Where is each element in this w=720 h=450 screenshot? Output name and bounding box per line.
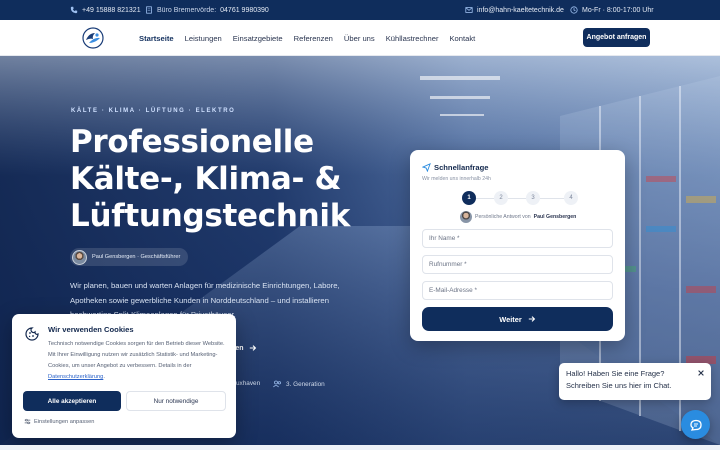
privacy-policy-link[interactable]: Datenschutzerklärung [48, 374, 103, 380]
trust-location: uxhaven [236, 380, 260, 387]
cookie-settings-link[interactable]: Einstellungen anpassen [24, 418, 94, 425]
arrow-right-icon [249, 345, 256, 351]
office-contact[interactable]: Büro Bremervörde: 04761 9980390 [145, 0, 269, 20]
nav-item-einsatzgebiete[interactable]: Einsatzgebiete [233, 34, 283, 43]
personal-reply-note: Persönliche Antwort von Paul Gensbergen [460, 211, 576, 223]
necessary-only-button[interactable]: Nur notwendige [126, 391, 226, 411]
nav-menu: Startseite Leistungen Einsatzgebiete Ref… [139, 20, 486, 56]
cookie-icon [25, 327, 39, 341]
company-logo[interactable] [82, 27, 104, 49]
nav-item-kuehllastrechner[interactable]: Kühllastrechner [386, 34, 439, 43]
sliders-icon [24, 418, 31, 425]
chat-icon [689, 419, 702, 431]
opening-hours: Mo-Fr · 8:00-17:00 Uhr [570, 0, 654, 20]
nav-item-referenzen[interactable]: Referenzen [294, 34, 333, 43]
clock-icon [570, 6, 578, 14]
accept-all-button[interactable]: Alle akzeptieren [23, 391, 121, 411]
form-steps: 1 2 3 4 [462, 191, 578, 205]
phone-field[interactable]: Rufnummer * [422, 255, 613, 274]
building-icon [146, 6, 152, 14]
nav-item-leistungen[interactable]: Leistungen [185, 34, 222, 43]
email-field[interactable]: E-Mail-Adresse * [422, 281, 613, 300]
step-1: 1 [462, 191, 476, 205]
office-label: Büro Bremervörde: [157, 6, 217, 14]
quick-request-form: Schnellanfrage Wir melden uns innerhalb … [410, 150, 625, 341]
main-navigation: Startseite Leistungen Einsatzgebiete Ref… [0, 20, 720, 56]
chat-line-2: Schreiben Sie uns hier im Chat. [566, 381, 672, 390]
nav-item-startseite[interactable]: Startseite [139, 34, 174, 43]
personal-reply-name: Paul Gensbergen [533, 214, 577, 220]
name-field[interactable]: Ihr Name * [422, 229, 613, 248]
cookie-text-end: . [103, 374, 105, 380]
top-contact-bar: +49 15888 821321 Büro Bremervörde: 04761… [0, 0, 720, 20]
phone-icon [70, 6, 78, 14]
step-connector [540, 197, 564, 199]
cookie-settings-label: Einstellungen anpassen [34, 418, 95, 425]
author-name: Paul Gensbergen · Geschäftsführer [92, 254, 181, 260]
next-button-label: Weiter [499, 314, 522, 324]
next-button[interactable]: Weiter [422, 307, 613, 331]
hero-title-line-3: Lüftungstechnik [70, 198, 351, 234]
cookie-title: Wir verwenden Cookies [48, 325, 134, 334]
users-icon [273, 380, 281, 388]
cookie-body: Technisch notwendige Cookies sorgen für … [48, 341, 225, 369]
phone-contact[interactable]: +49 15888 821321 [70, 0, 141, 20]
step-2: 2 [494, 191, 508, 205]
close-icon[interactable] [697, 369, 705, 377]
trust-generation-text: 3. Generation [286, 380, 325, 388]
step-3: 3 [526, 191, 540, 205]
office-phone: 04761 9980390 [220, 6, 269, 14]
hours-text: Mo-Fr · 8:00-17:00 Uhr [582, 6, 654, 14]
email-address: info@hahn-kaeltetechnik.de [477, 6, 564, 14]
hero-bottom-edge [0, 445, 720, 450]
chat-greeting[interactable]: Hallo! Haben Sie eine Frage? Schreiben S… [559, 363, 711, 400]
chat-launcher-button[interactable] [681, 410, 710, 439]
quick-request-subtitle: Wir melden uns innerhalb 24h [422, 176, 491, 182]
nav-item-ueber-uns[interactable]: Über uns [344, 34, 375, 43]
send-icon [422, 163, 431, 172]
chat-line-1: Hallo! Haben Sie eine Frage? [566, 369, 665, 378]
hero-title-line-2: Kälte-, Klima- & [70, 161, 342, 197]
email-contact[interactable]: info@hahn-kaeltetechnik.de [465, 0, 564, 20]
author-avatar [72, 249, 87, 265]
hero-title: Professionelle Kälte-, Klima- & Lüftungs… [70, 124, 410, 235]
mail-icon [465, 7, 473, 13]
cookie-banner: Wir verwenden Cookies Technisch notwendi… [12, 314, 236, 438]
hero-title-line-1: Professionelle [70, 124, 314, 160]
author-badge: Paul Gensbergen · Geschäftsführer [70, 248, 189, 266]
quick-request-title: Schnellanfrage [434, 163, 489, 172]
phone-number: +49 15888 821321 [82, 6, 141, 14]
cookie-text: Technisch notwendige Cookies sorgen für … [48, 339, 233, 383]
arrow-right-icon [528, 316, 535, 322]
hero-eyebrow: KÄLTE · KLIMA · LÜFTUNG · ELEKTRO [71, 108, 236, 114]
request-quote-button[interactable]: Angebot anfragen [583, 28, 650, 47]
nav-item-kontakt[interactable]: Kontakt [449, 34, 475, 43]
trust-generation: 3. Generation [273, 380, 325, 388]
step-4: 4 [564, 191, 578, 205]
step-connector [476, 197, 494, 199]
step-connector [508, 197, 526, 199]
personal-reply-prefix: Persönliche Antwort von [475, 214, 531, 220]
trust-location-text: uxhaven [236, 380, 261, 387]
contact-avatar [460, 211, 472, 223]
